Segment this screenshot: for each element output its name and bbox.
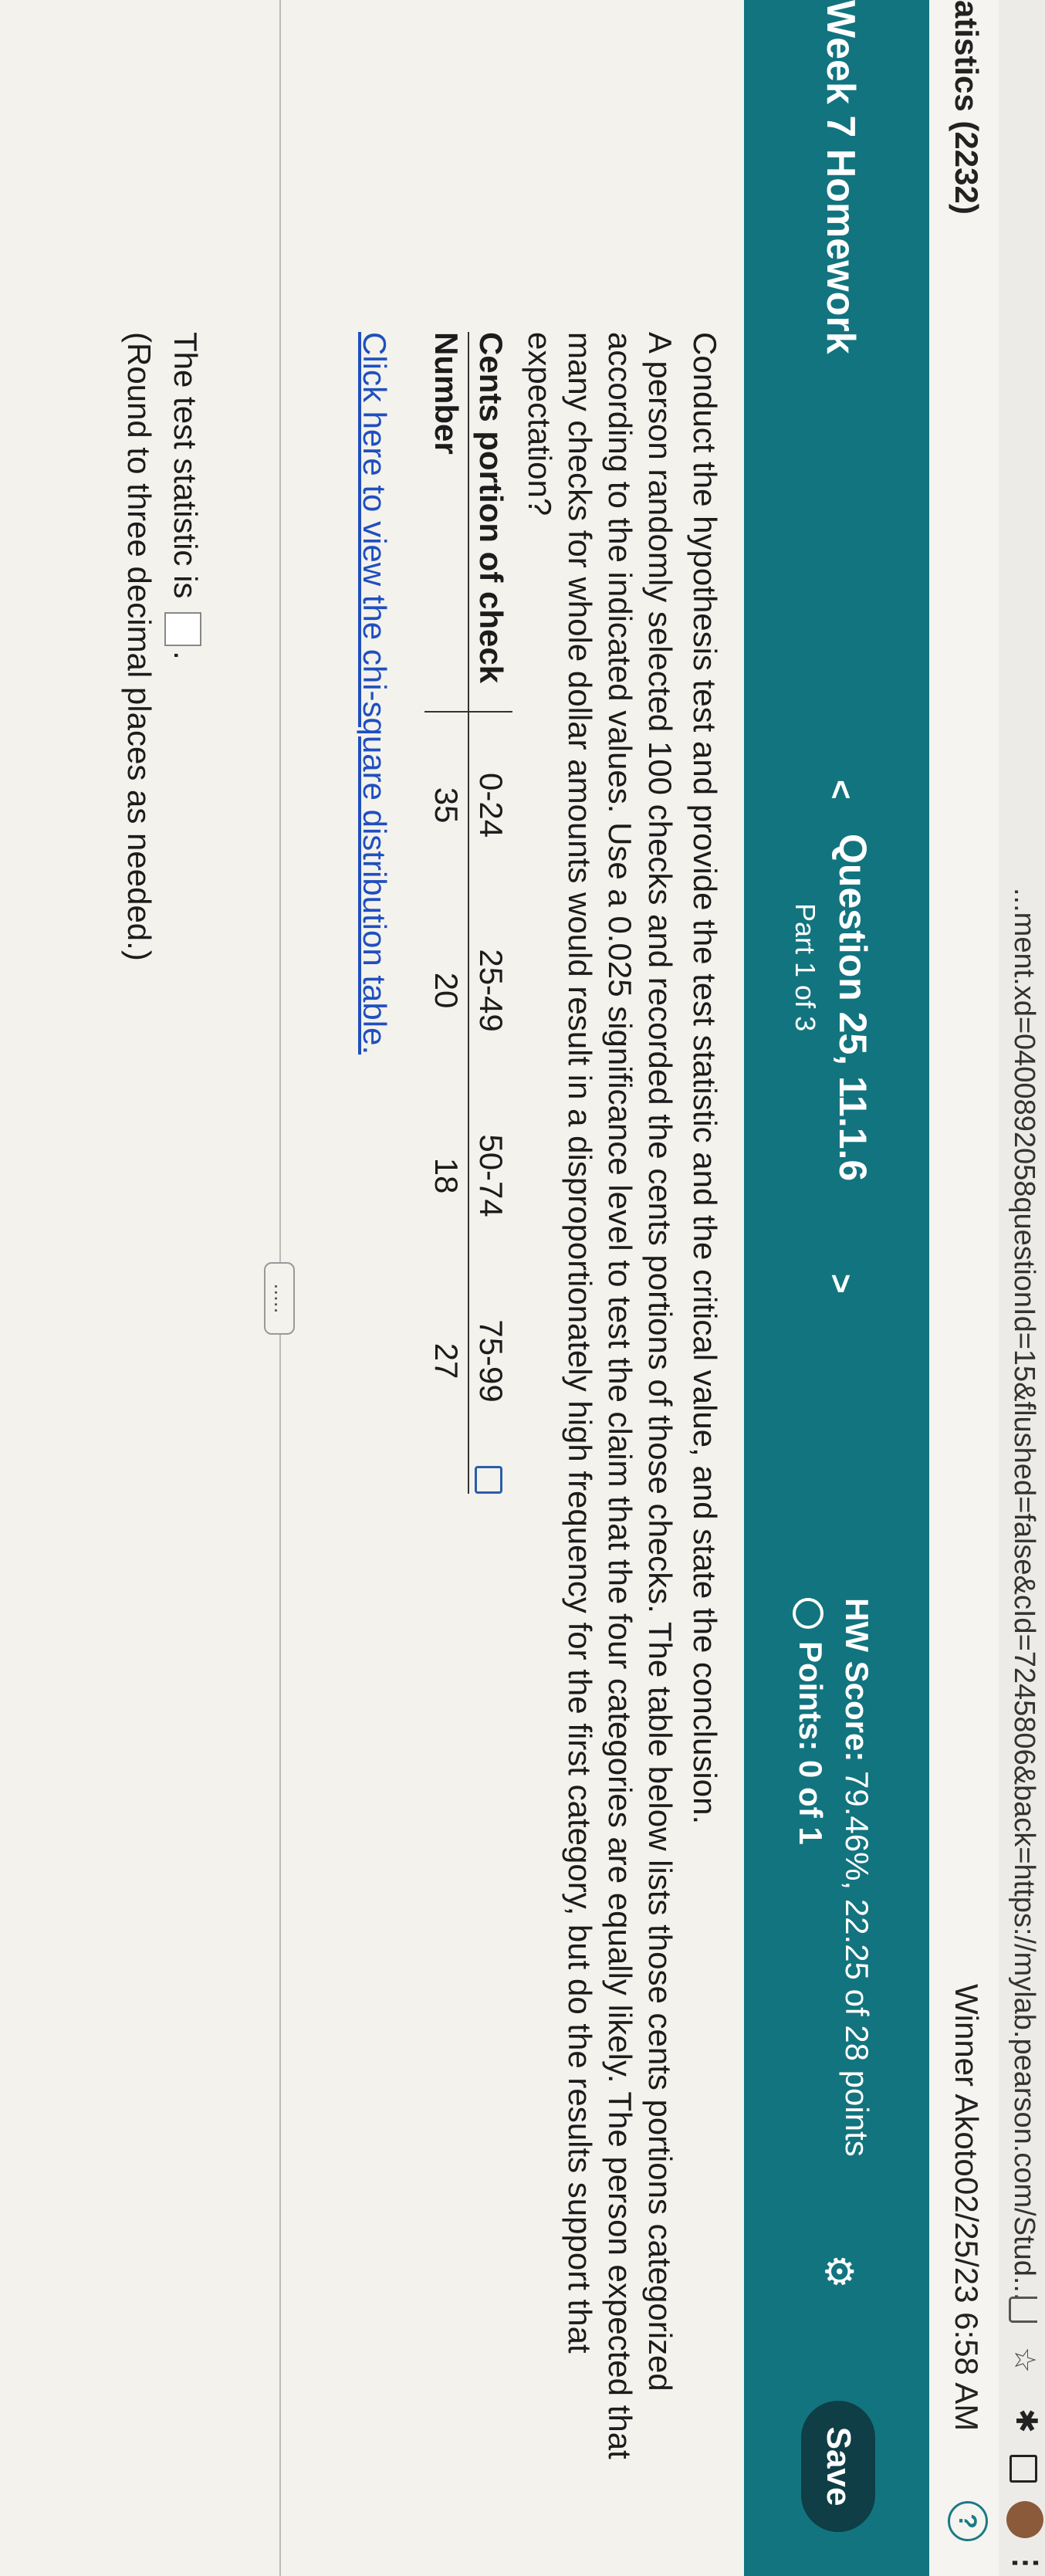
empty-cell [424, 1454, 468, 1494]
help-icon[interactable]: ? [948, 2501, 988, 2541]
points-status: Points: 0 of 1 [792, 1598, 829, 1845]
datetime: 02/25/23 6:58 AM [949, 2177, 985, 2432]
table-header-row: Cents portion of check 0-24 25-49 50-74 … [468, 332, 512, 1494]
table-header-label: Cents portion of check [468, 332, 512, 713]
chi-square-table-link[interactable]: Click here to view the chi-square distri… [356, 332, 393, 1054]
question-text: Conduct the hypothesis test and provide … [515, 332, 725, 2540]
question-intro: Conduct the hypothesis test and provide … [687, 332, 723, 1825]
answer-suffix: . [167, 651, 204, 660]
table-value: 20 [428, 972, 465, 1009]
tab-icon[interactable] [1009, 2455, 1037, 2483]
bookmark-star-icon[interactable]: ☆ [1007, 2347, 1042, 2373]
homework-title: Week 7 Homework [818, 0, 863, 354]
copy-cell [468, 1454, 512, 1494]
gear-icon[interactable]: ⚙ [817, 2254, 861, 2289]
data-table: Cents portion of check 0-24 25-49 50-74 … [424, 332, 512, 1494]
table-category: 25-49 [468, 898, 512, 1084]
browser-menu-icon[interactable]: ⋮ [1008, 2547, 1043, 2576]
profile-avatar[interactable] [1006, 2501, 1043, 2538]
table-category: 75-99 [468, 1268, 512, 1454]
copy-data-icon[interactable] [475, 1466, 503, 1494]
table-value: 27 [428, 1342, 465, 1379]
table-value: 18 [428, 1157, 465, 1194]
table-category: 50-74 [468, 1083, 512, 1269]
previous-question-icon[interactable]: < [821, 780, 860, 800]
points-circle-icon [793, 1598, 824, 1629]
points-text: Points: 0 of 1 [793, 1641, 829, 1845]
hw-score-value: 79.46%, 22.25 of 28 points [839, 1771, 875, 2157]
round-note: (Round to three decimal places as needed… [121, 332, 157, 961]
url-text[interactable]: ...ment.xd=0400892058questionId=15&flush… [1007, 888, 1040, 2301]
table-row: Number 35 20 18 27 [424, 332, 468, 1494]
course-title[interactable]: atistics (2232) [948, 0, 985, 215]
table-category: 0-24 [468, 712, 512, 899]
homework-toolbar: Week 7 Homework < Question 25, 11.1.6 Pa… [744, 0, 929, 2576]
browser-address-bar[interactable]: ...ment.xd=0400892058questionId=15&flush… [998, 0, 1045, 2576]
test-statistic-input[interactable] [164, 612, 202, 647]
table-row-label: Number [424, 332, 468, 713]
table-value: 35 [428, 787, 465, 824]
user-name: Winner Akoto [949, 1984, 985, 2177]
answer-prefix: The test statistic is [167, 332, 204, 599]
question-body: A person randomly selected 100 checks an… [522, 332, 678, 2459]
course-header: atistics (2232) Winner Akoto 02/25/23 6:… [928, 0, 999, 2576]
hw-score: HW Score: 79.46%, 22.25 of 28 points [838, 1598, 875, 2157]
extensions-icon[interactable]: ✱ [1009, 2408, 1043, 2433]
more-button[interactable]: ..... [264, 1262, 295, 1335]
share-icon[interactable] [1009, 2297, 1037, 2323]
hw-score-label: HW Score: [839, 1598, 875, 1762]
question-label[interactable]: Question 25, 11.1.6 [830, 834, 875, 1181]
answer-line: The test statistic is . [164, 332, 204, 660]
save-button[interactable]: Save [801, 2401, 875, 2532]
next-question-icon[interactable]: > [821, 1274, 860, 1294]
screen: ...ment.xd=0400892058questionId=15&flush… [0, 0, 1045, 2576]
part-label: Part 1 of 3 [790, 903, 821, 1032]
question-content: Conduct the hypothesis test and provide … [0, 0, 744, 2576]
